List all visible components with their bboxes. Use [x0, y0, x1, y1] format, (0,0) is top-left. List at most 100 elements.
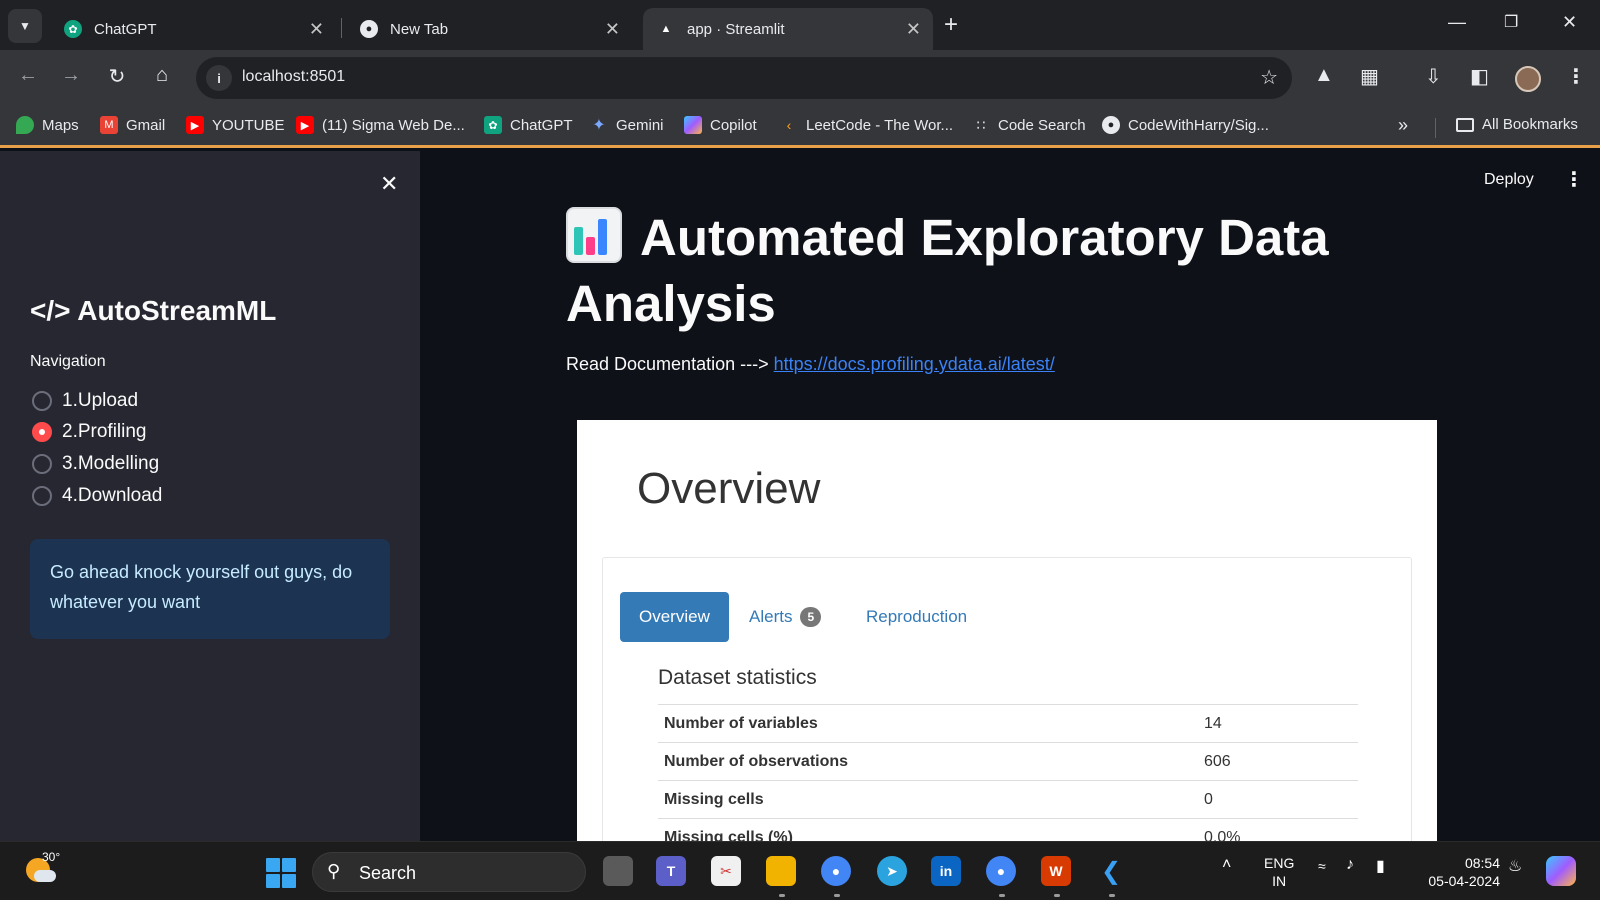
- youtube-icon: ▶: [186, 116, 204, 134]
- app-menu-icon[interactable]: ⋮: [1564, 167, 1584, 192]
- wps-office-icon[interactable]: W: [1041, 856, 1071, 886]
- weather-temperature: 30°: [42, 850, 61, 864]
- chrome-profile-icon[interactable]: ●: [986, 856, 1016, 886]
- volume-icon[interactable]: ♪: [1346, 856, 1354, 874]
- radio-option-modelling[interactable]: 3.Modelling: [32, 453, 159, 475]
- region-code: IN: [1272, 873, 1287, 889]
- download-icon[interactable]: ⇩: [1425, 64, 1442, 89]
- browser-tab-chatgpt[interactable]: ✿ ChatGPT ✕: [50, 8, 336, 50]
- more-bookmarks-icon[interactable]: »: [1398, 115, 1408, 136]
- close-tab-icon[interactable]: ✕: [906, 19, 921, 40]
- radio-button[interactable]: [32, 486, 52, 506]
- taskbar-search[interactable]: ⚲ Search: [312, 852, 586, 892]
- stat-value: 14: [1198, 704, 1358, 743]
- documentation-link[interactable]: https://docs.profiling.ydata.ai/latest/: [774, 354, 1055, 374]
- chrome-icon[interactable]: ●: [821, 856, 851, 886]
- site-info-icon[interactable]: i: [206, 65, 232, 91]
- snipping-tool-icon[interactable]: ✂: [711, 856, 741, 886]
- tab-title: New Tab: [390, 20, 449, 38]
- all-bookmarks-button[interactable]: All Bookmarks: [1456, 116, 1578, 133]
- radio-button[interactable]: [32, 391, 52, 411]
- language-indicator[interactable]: ENG IN: [1264, 854, 1294, 890]
- bookmark-star-icon[interactable]: ☆: [1260, 65, 1278, 90]
- bookmark-item[interactable]: Maps: [16, 116, 79, 134]
- bookmark-item[interactable]: ▶ YOUTUBE: [186, 116, 285, 134]
- clock[interactable]: 08:54 05-04-2024: [1416, 854, 1500, 890]
- bookmark-item[interactable]: ✦ Gemini: [590, 116, 663, 135]
- bookmark-item[interactable]: ✿ ChatGPT: [484, 116, 573, 134]
- info-message: Go ahead knock yourself out guys, do wha…: [30, 539, 390, 639]
- notification-bell-icon[interactable]: ♨: [1508, 856, 1522, 876]
- extensions-puzzle-icon[interactable]: ▦: [1360, 64, 1379, 89]
- linkedin-icon[interactable]: in: [931, 856, 961, 886]
- search-icon: ⚲: [327, 861, 341, 881]
- tray-overflow-icon[interactable]: ˄: [1222, 856, 1231, 874]
- teams-icon[interactable]: T: [656, 856, 686, 886]
- file-explorer-icon[interactable]: [766, 856, 796, 886]
- tab-alerts[interactable]: Alerts 5: [749, 592, 822, 642]
- bookmark-label: (11) Sigma Web De...: [322, 116, 465, 134]
- profile-avatar[interactable]: [1515, 66, 1541, 92]
- address-bar[interactable]: i localhost:8501 ☆: [196, 57, 1292, 99]
- new-tab-button[interactable]: +: [944, 12, 958, 38]
- tab-reproduction[interactable]: Reproduction: [866, 592, 967, 642]
- tab-overview[interactable]: Overview: [620, 592, 729, 642]
- radio-option-profiling[interactable]: 2.Profiling: [32, 421, 147, 443]
- radio-button[interactable]: [32, 454, 52, 474]
- documentation-label: Read Documentation --->: [566, 354, 769, 374]
- forward-icon[interactable]: →: [57, 64, 85, 87]
- close-sidebar-icon[interactable]: ✕: [380, 171, 398, 197]
- chrome-icon: ●: [360, 20, 378, 38]
- restore-icon[interactable]: ❐: [1504, 12, 1518, 32]
- windows-start-icon[interactable]: [266, 858, 296, 888]
- bookmark-item[interactable]: ∷ Code Search: [972, 116, 1086, 134]
- browser-tab-new-tab[interactable]: ● New Tab ✕: [346, 8, 632, 50]
- radio-button-selected[interactable]: [32, 422, 52, 442]
- copilot-icon[interactable]: [1546, 856, 1576, 886]
- bookmark-item[interactable]: ● CodeWithHarry/Sig...: [1102, 116, 1269, 134]
- tab-label: Alerts: [749, 607, 793, 626]
- back-icon[interactable]: ←: [14, 64, 42, 87]
- code-search-icon: ∷: [976, 116, 986, 133]
- battery-icon[interactable]: ▮: [1376, 856, 1385, 876]
- stat-label: Number of variables: [658, 704, 1198, 743]
- tab-search-button[interactable]: ▼: [8, 9, 42, 43]
- windows-taskbar: 30° ⚲ Search T ✂ ● ➤ in ● W ❮ ˄ ENG IN ≈…: [0, 841, 1600, 900]
- home-icon[interactable]: ⌂: [148, 64, 176, 87]
- table-row: Missing cells (%) 0.0%: [658, 818, 1358, 841]
- browser-tab-streamlit[interactable]: ▲ app · Streamlit ✕: [643, 8, 933, 50]
- extension-icon[interactable]: ▲: [1314, 64, 1334, 87]
- close-window-icon[interactable]: ✕: [1562, 12, 1577, 33]
- table-row: Missing cells 0: [658, 780, 1358, 819]
- chevron-down-icon: ▼: [19, 19, 31, 33]
- bookmarks-divider: [1435, 118, 1436, 138]
- stat-label: Missing cells: [658, 780, 1198, 819]
- telegram-icon[interactable]: ➤: [877, 856, 907, 886]
- browser-menu-icon[interactable]: ⋮: [1566, 64, 1586, 89]
- minimize-icon[interactable]: —: [1448, 12, 1466, 33]
- table-row: Number of variables 14: [658, 704, 1358, 743]
- close-tab-icon[interactable]: ✕: [605, 19, 620, 40]
- bookmark-label: Gmail: [126, 116, 166, 134]
- bookmark-item[interactable]: Copilot: [684, 116, 757, 134]
- bookmark-item[interactable]: M Gmail: [100, 116, 165, 134]
- url-text[interactable]: localhost:8501: [242, 68, 345, 86]
- side-panel-icon[interactable]: ◧: [1470, 64, 1489, 89]
- task-view-icon[interactable]: [603, 856, 633, 886]
- radio-option-upload[interactable]: 1.Upload: [32, 390, 138, 412]
- bookmark-label: CodeWithHarry/Sig...: [1128, 116, 1269, 134]
- cloud-icon: [34, 870, 56, 882]
- vscode-icon[interactable]: ❮: [1096, 856, 1126, 886]
- reload-icon[interactable]: ↻: [103, 64, 131, 89]
- chatgpt-icon: ✿: [484, 116, 502, 134]
- deploy-button[interactable]: Deploy: [1484, 171, 1534, 189]
- radio-label: 2.Profiling: [62, 421, 147, 442]
- close-tab-icon[interactable]: ✕: [309, 19, 324, 40]
- info-message-text: Go ahead knock yourself out guys, do wha…: [50, 562, 353, 612]
- radio-option-download[interactable]: 4.Download: [32, 485, 162, 507]
- bookmark-item[interactable]: ‹ LeetCode - The Wor...: [780, 116, 953, 134]
- dataset-statistics-table: Number of variables 14 Number of observa…: [658, 704, 1358, 841]
- bookmark-label: Maps: [42, 116, 79, 134]
- wifi-icon[interactable]: ≈: [1318, 858, 1326, 874]
- bookmark-item[interactable]: ▶ (11) Sigma Web De...: [296, 116, 465, 134]
